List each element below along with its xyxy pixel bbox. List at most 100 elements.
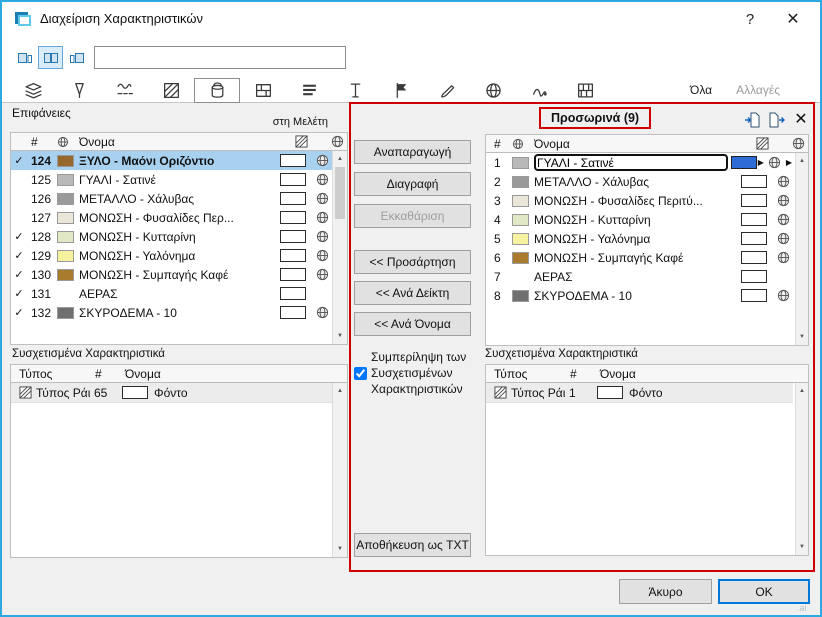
tab-composites[interactable]: [240, 78, 286, 103]
tab-line-types[interactable]: [102, 78, 148, 103]
tab-change-marks[interactable]: [516, 78, 562, 103]
fill-preview-button[interactable]: [730, 156, 757, 169]
scroll-up-icon[interactable]: ▲: [333, 384, 347, 398]
color-swatch: [57, 154, 79, 167]
fill-preview-button[interactable]: [597, 386, 623, 399]
fill-preview-button[interactable]: [280, 173, 312, 186]
table-row[interactable]: 5 ΜΟΝΩΣΗ - Υαλόνημα: [486, 229, 793, 248]
tab-brushes[interactable]: [424, 78, 470, 103]
fill-preview-button[interactable]: [741, 194, 773, 207]
tab-pens[interactable]: [56, 78, 102, 103]
delete-button[interactable]: Διαγραφή: [354, 172, 471, 196]
table-row[interactable]: ✓ 128 ΜΟΝΩΣΗ - Κυτταρίνη: [11, 227, 332, 246]
close-temporary-panel-button[interactable]: ✕: [789, 107, 813, 131]
texture-icon[interactable]: [765, 156, 785, 169]
right-panel-view-button[interactable]: [64, 46, 89, 69]
tab-building-materials[interactable]: [562, 78, 608, 103]
table-row[interactable]: 125 ΓΥΑΛΙ - Σατινέ: [11, 170, 332, 189]
close-window-button[interactable]: ✕: [776, 2, 810, 36]
table-row[interactable]: 6 ΜΟΝΩΣΗ - Συμπαγής Καφέ: [486, 248, 793, 267]
scrollbar[interactable]: ▲ ▼: [332, 383, 347, 557]
tab-all[interactable]: Όλα: [678, 78, 724, 103]
scrollbar[interactable]: ▲ ▼: [795, 383, 808, 555]
row-name: ΜΟΝΩΣΗ - Φυσαλίδες Περ...: [79, 210, 234, 225]
fill-preview-button[interactable]: [280, 249, 312, 262]
scroll-up-icon[interactable]: ▲: [796, 384, 808, 398]
open-attribute-file-button[interactable]: [742, 109, 764, 131]
texture-popup-arrow-icon[interactable]: ▶: [786, 158, 792, 167]
fill-preview-button[interactable]: [741, 251, 773, 264]
tab-layers[interactable]: [10, 78, 56, 103]
left-panel-view-icon: [17, 52, 32, 63]
help-button[interactable]: ?: [732, 2, 768, 36]
table-row[interactable]: 126 ΜΕΤΑΛΛΟ - Χάλυβας: [11, 189, 332, 208]
save-as-txt-button[interactable]: Αποθήκευση ως TXT: [354, 533, 471, 557]
table-row[interactable]: ✓ 131 ΑΕΡΑΣ: [11, 284, 332, 303]
scroll-down-icon[interactable]: ▼: [796, 330, 808, 344]
table-row[interactable]: ✓ 130 ΜΟΝΩΣΗ - Συμπαγής Καφέ: [11, 265, 332, 284]
scroll-thumb[interactable]: [335, 167, 345, 219]
fill-preview-button[interactable]: [280, 306, 312, 319]
associated-row[interactable]: Τύπος Ράι 65 Φόντο: [11, 383, 332, 403]
fill-preview-button[interactable]: [741, 270, 773, 283]
tab-cities[interactable]: [470, 78, 516, 103]
scroll-up-icon[interactable]: ▲: [796, 154, 808, 168]
table-row[interactable]: 7 ΑΕΡΑΣ: [486, 267, 793, 286]
scroll-down-icon[interactable]: ▼: [796, 540, 808, 554]
fill-popup-arrow-icon[interactable]: ▶: [758, 158, 764, 167]
tab-profiles[interactable]: [286, 78, 332, 103]
table-row[interactable]: ✓ 124 ΞΥΛΟ - Μαόνι Οριζόντιο: [11, 151, 332, 170]
fill-preview-button[interactable]: [280, 230, 312, 243]
cancel-button[interactable]: Άκυρο: [619, 579, 712, 604]
fill-preview-button[interactable]: [280, 287, 312, 300]
by-index-button[interactable]: << Ανά Δείκτη: [354, 281, 471, 305]
row-index: 7: [494, 269, 501, 284]
row-index: 8: [494, 288, 501, 303]
fill-preview-button[interactable]: [122, 386, 148, 399]
color-swatch: [512, 194, 534, 207]
append-button[interactable]: << Προσάρτηση: [354, 250, 471, 274]
fill-preview-button[interactable]: [280, 154, 312, 167]
fill-preview-button[interactable]: [280, 192, 312, 205]
scrollbar[interactable]: ▲ ▼: [795, 153, 808, 345]
tab-changes[interactable]: Αλλαγές: [724, 78, 792, 103]
fill-preview-button[interactable]: [741, 289, 773, 302]
save-attribute-file-button[interactable]: [766, 109, 788, 131]
scroll-down-icon[interactable]: ▼: [333, 329, 347, 343]
fill-preview-button[interactable]: [741, 232, 773, 245]
table-row-editing[interactable]: 1 ▶ ▶: [486, 153, 793, 172]
associated-row[interactable]: Τύπος Ράι 1 Φόντο: [486, 383, 793, 403]
duplicate-button[interactable]: Αναπαραγωγή: [354, 140, 471, 164]
scroll-up-icon[interactable]: ▲: [333, 152, 347, 166]
scrollbar[interactable]: ▲ ▼: [332, 151, 347, 344]
include-associated-checkbox[interactable]: [354, 367, 367, 380]
title-bar[interactable]: Διαχείριση Χαρακτηριστικών ? ✕: [2, 2, 820, 36]
dual-panel-view-button[interactable]: [38, 46, 63, 69]
fill-preview-button[interactable]: [741, 175, 773, 188]
table-row[interactable]: ✓ 129 ΜΟΝΩΣΗ - Υαλόνημα: [11, 246, 332, 265]
search-input[interactable]: [94, 46, 346, 69]
left-panel-view-button[interactable]: [12, 46, 37, 69]
fill-preview-button[interactable]: [280, 211, 312, 224]
ok-button[interactable]: OK: [718, 579, 810, 604]
temporary-attributes-table: # Όνομα 1 ▶ ▶ 2 ΜΕΤΑΛΛΟ - Χάλυβας: [485, 134, 809, 346]
table-row[interactable]: ✓ 132 ΣΚΥΡΟΔΕΜΑ - 10: [11, 303, 332, 322]
tab-surfaces[interactable]: [194, 77, 240, 103]
tab-text-styles[interactable]: [332, 78, 378, 103]
tab-fill-types[interactable]: [148, 78, 194, 103]
scroll-down-icon[interactable]: ▼: [333, 542, 347, 556]
tab-zone-categories[interactable]: [378, 78, 424, 103]
table-row[interactable]: 8 ΣΚΥΡΟΔΕΜΑ - 10: [486, 286, 793, 305]
table-row[interactable]: 3 ΜΟΝΩΣΗ - Φυσαλίδες Περιτύ...: [486, 191, 793, 210]
by-name-button[interactable]: << Ανά Όνομα: [354, 312, 471, 336]
table-row[interactable]: 2 ΜΕΤΑΛΛΟ - Χάλυβας: [486, 172, 793, 191]
name-edit-input[interactable]: [533, 153, 729, 172]
fill-preview-button[interactable]: [741, 213, 773, 226]
associated-attributes-label: Συσχετισμένα Χαρακτηριστικά: [12, 348, 165, 360]
color-swatch: [57, 268, 79, 281]
fill-column-icon: [295, 135, 327, 148]
table-row[interactable]: 4 ΜΟΝΩΣΗ - Κυτταρίνη: [486, 210, 793, 229]
attribute-manager-dialog: Διαχείριση Χαρακτηριστικών ? ✕ Όλα Αλλαγ…: [0, 0, 822, 617]
fill-preview-button[interactable]: [280, 268, 312, 281]
table-row[interactable]: 127 ΜΟΝΩΣΗ - Φυσαλίδες Περ...: [11, 208, 332, 227]
